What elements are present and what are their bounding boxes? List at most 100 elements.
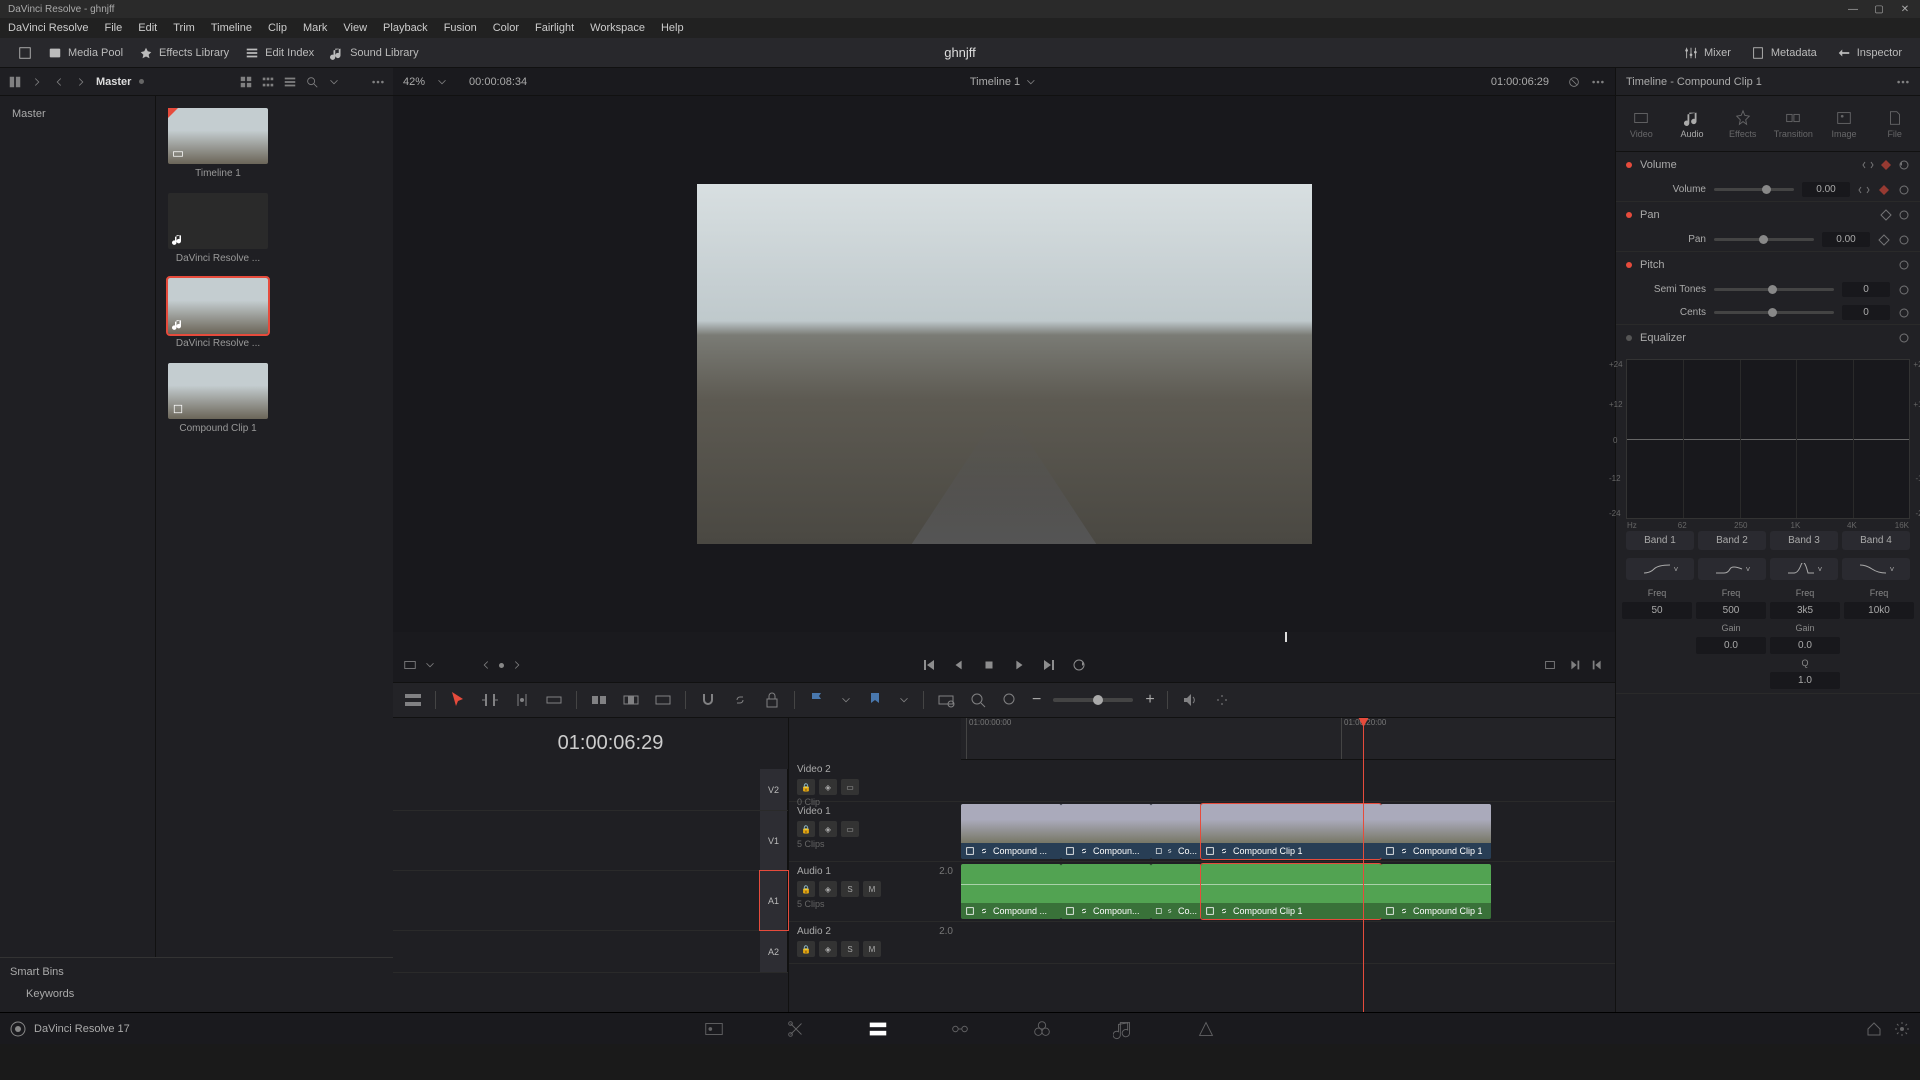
edit-index-button[interactable]: Edit Index [237, 42, 322, 64]
band-tab-1[interactable]: Band 1 [1626, 531, 1694, 550]
timeline-lanes[interactable]: 01:00:00:00 01:00:20:00 Compound ...Comp… [961, 718, 1615, 1012]
band4-freq[interactable]: 10k0 [1844, 602, 1914, 619]
video-clip[interactable]: Compound Clip 1 [1201, 804, 1381, 859]
expand-ui-button[interactable] [10, 42, 40, 64]
nav-back-icon[interactable] [52, 75, 66, 89]
menu-file[interactable]: File [105, 22, 123, 34]
chevron-down-icon[interactable] [839, 693, 853, 707]
chevron-icon[interactable] [30, 75, 44, 89]
prev-frame-button[interactable] [949, 655, 969, 675]
bin-view-icon[interactable] [8, 75, 22, 89]
band-tab-2[interactable]: Band 2 [1698, 531, 1766, 550]
timeline-ruler[interactable]: 01:00:00:00 01:00:20:00 [961, 718, 1615, 760]
band-shape-lowshelf2[interactable]: ˅ [1698, 558, 1766, 580]
lock-button[interactable]: 🔒 [797, 821, 815, 837]
marker-icon[interactable] [865, 690, 885, 710]
sound-library-button[interactable]: Sound Library [322, 42, 427, 64]
volume-value[interactable]: 0.00 [1802, 182, 1850, 197]
deliver-page-icon[interactable] [1195, 1018, 1217, 1040]
match-frame-icon[interactable] [1543, 658, 1557, 672]
search-icon[interactable] [305, 75, 319, 89]
tab-effects[interactable]: Effects [1717, 96, 1768, 151]
audio-clip[interactable]: Compound Clip 1 [1381, 864, 1491, 919]
first-frame-button[interactable] [919, 655, 939, 675]
loop-button[interactable] [1069, 655, 1089, 675]
reset-icon[interactable] [1898, 259, 1910, 271]
auto-select-button[interactable]: ◈ [819, 821, 837, 837]
track-label-A1[interactable]: A1 [760, 871, 788, 930]
band2-gain[interactable]: 0.0 [1696, 637, 1766, 654]
menu-color[interactable]: Color [493, 22, 519, 34]
tab-file[interactable]: File [1869, 96, 1920, 151]
more-icon[interactable] [1591, 75, 1605, 89]
keyframe-icon[interactable] [1878, 184, 1890, 196]
maximize-button[interactable]: ▢ [1872, 2, 1886, 16]
chevron-down-icon[interactable] [897, 693, 911, 707]
more-icon[interactable] [371, 75, 385, 89]
cents-value[interactable]: 0 [1842, 305, 1890, 320]
auto-select-button[interactable]: ◈ [819, 881, 837, 897]
chevron-down-icon[interactable] [1024, 75, 1038, 89]
viewer[interactable] [393, 96, 1615, 632]
reset-icon[interactable] [1898, 332, 1910, 344]
thumb-view-icon[interactable] [239, 75, 253, 89]
snap-icon[interactable] [698, 690, 718, 710]
media-page-icon[interactable] [703, 1018, 725, 1040]
tab-audio[interactable]: Audio [1667, 96, 1718, 151]
band-tab-4[interactable]: Band 4 [1842, 531, 1910, 550]
clip-compound1[interactable]: Compound Clip 1 [168, 363, 268, 434]
keyframe-icon[interactable] [1880, 209, 1892, 221]
band1-freq[interactable]: 50 [1622, 602, 1692, 619]
more-icon[interactable] [1896, 75, 1910, 89]
media-pool-button[interactable]: Media Pool [40, 42, 131, 64]
lock-icon[interactable] [762, 690, 782, 710]
menu-view[interactable]: View [343, 22, 367, 34]
semi-value[interactable]: 0 [1842, 282, 1890, 297]
lane-v1[interactable]: Compound ...Compoun...Co...Compound Clip… [961, 802, 1615, 862]
menu-timeline[interactable]: Timeline [211, 22, 252, 34]
lane-v2[interactable] [961, 760, 1615, 802]
reset-icon[interactable] [1898, 284, 1910, 296]
eq-graph[interactable]: +24 +12 0 -12 -24 +24 +12 -12 -24 Hz 62 … [1626, 359, 1910, 519]
lock-button[interactable]: 🔒 [797, 881, 815, 897]
effects-library-button[interactable]: Effects Library [131, 42, 237, 64]
enable-dot[interactable] [1626, 212, 1632, 218]
metadata-button[interactable]: Metadata [1743, 42, 1825, 64]
audio-clip[interactable]: Compound Clip 1 [1201, 864, 1381, 919]
detail-zoom-icon[interactable] [968, 690, 988, 710]
band-shape-lowshelf[interactable]: ˅ [1626, 558, 1694, 580]
overwrite-icon[interactable] [621, 690, 641, 710]
tab-image[interactable]: Image [1819, 96, 1870, 151]
audio-clip[interactable]: Compound ... [961, 864, 1061, 919]
cut-page-icon[interactable] [785, 1018, 807, 1040]
nav-next-icon[interactable] [510, 658, 524, 672]
home-icon[interactable] [1866, 1021, 1882, 1037]
smart-bin-keywords[interactable]: Keywords [10, 984, 383, 1004]
inspector-button[interactable]: Inspector [1829, 42, 1910, 64]
keyframe-nav-icon[interactable] [1858, 184, 1870, 196]
menu-edit[interactable]: Edit [138, 22, 157, 34]
trim-tool-icon[interactable] [480, 690, 500, 710]
go-start-icon[interactable] [1591, 658, 1605, 672]
mute-button[interactable]: M [863, 941, 881, 957]
band2-freq[interactable]: 500 [1696, 602, 1766, 619]
keyframe-icon[interactable] [1880, 159, 1892, 171]
reset-icon[interactable] [1898, 159, 1910, 171]
menu-mark[interactable]: Mark [303, 22, 327, 34]
lane-a2[interactable] [961, 922, 1615, 964]
reset-icon[interactable] [1898, 234, 1910, 246]
zoom-in-button[interactable]: + [1145, 691, 1154, 709]
go-end-icon[interactable] [1567, 658, 1581, 672]
pan-value[interactable]: 0.00 [1822, 232, 1870, 247]
semi-slider[interactable] [1714, 288, 1834, 291]
menu-trim[interactable]: Trim [173, 22, 195, 34]
menu-clip[interactable]: Clip [268, 22, 287, 34]
next-frame-button[interactable] [1039, 655, 1059, 675]
volume-slider[interactable] [1714, 188, 1794, 191]
video-clip[interactable]: Co... [1151, 804, 1201, 859]
settings-icon[interactable] [1894, 1021, 1910, 1037]
sort-icon[interactable] [349, 75, 363, 89]
mute-button[interactable]: M [863, 881, 881, 897]
zoom-extents-icon[interactable] [936, 690, 956, 710]
solo-button[interactable]: S [841, 941, 859, 957]
